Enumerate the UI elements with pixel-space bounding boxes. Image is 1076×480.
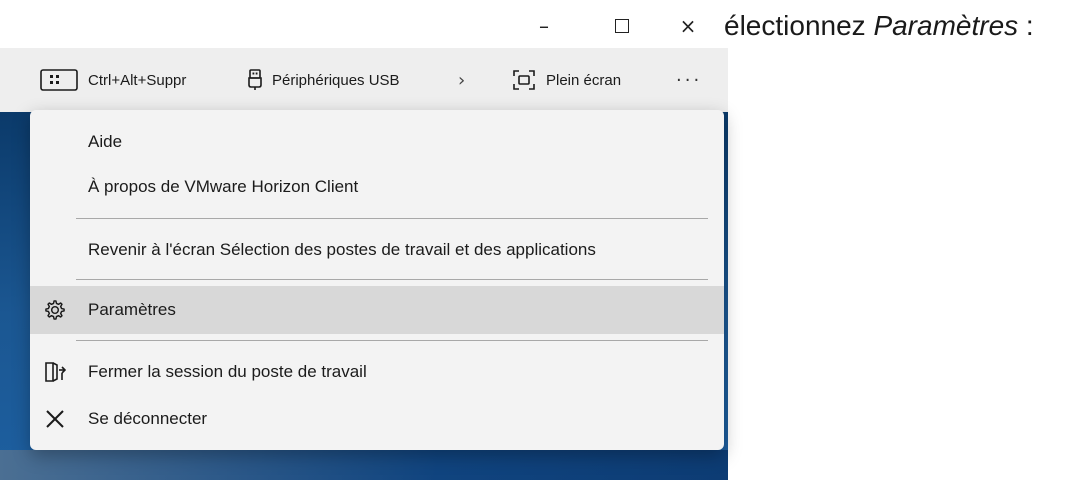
usb-devices-button[interactable]: Périphériques USB: [248, 48, 400, 112]
ctrl-alt-del-label: Ctrl+Alt+Suppr: [88, 71, 187, 89]
menu-item-logoff-label: Fermer la session du poste de travail: [88, 362, 367, 381]
menu-item-back-label: Revenir à l'écran Sélection des postes d…: [88, 240, 596, 259]
minimize-button[interactable]: –: [522, 8, 566, 44]
menu-item-disconnect[interactable]: Se déconnecter: [30, 395, 724, 443]
more-icon: ···: [676, 69, 703, 91]
menu-item-help-label: Aide: [88, 132, 123, 151]
horizon-toolbar: Ctrl+Alt+Suppr Périphériques USB › Plein…: [0, 48, 728, 112]
maximize-icon: [615, 19, 629, 33]
menu-divider: [76, 279, 708, 280]
menu-item-about-label: À propos de VMware Horizon Client: [88, 177, 359, 196]
overflow-menu: Aide À propos de VMware Horizon Client R…: [30, 110, 724, 450]
menu-item-settings[interactable]: Paramètres: [30, 286, 724, 334]
desktop-taskbar-strip: [0, 450, 728, 480]
menu-item-about[interactable]: À propos de VMware Horizon Client: [30, 164, 724, 210]
menu-divider: [76, 218, 708, 219]
logoff-icon: [44, 361, 66, 383]
instruction-text: électionnez Paramètres :: [724, 10, 1034, 42]
menu-item-disconnect-label: Se déconnecter: [88, 409, 208, 428]
usb-icon: [248, 69, 262, 91]
instruction-suffix: :: [1018, 10, 1034, 41]
ctrl-alt-del-button[interactable]: Ctrl+Alt+Suppr: [40, 48, 186, 112]
menu-divider: [76, 340, 708, 341]
keyboard-icon: [40, 69, 78, 91]
instruction-prefix: électionnez: [724, 10, 874, 41]
usb-devices-label: Périphériques USB: [272, 71, 400, 89]
maximize-button[interactable]: [600, 8, 644, 44]
menu-item-back-to-selection[interactable]: Revenir à l'écran Sélection des postes d…: [30, 226, 724, 274]
gear-icon: [44, 299, 66, 321]
fullscreen-icon: [512, 69, 536, 91]
more-options-button[interactable]: ···: [676, 48, 702, 112]
fullscreen-label: Plein écran: [546, 71, 622, 89]
fullscreen-button[interactable]: Plein écran: [512, 48, 621, 112]
toolbar-chevron[interactable]: ›: [458, 48, 465, 112]
close-icon: [44, 408, 66, 430]
close-window-button[interactable]: ×: [666, 8, 710, 44]
menu-item-help[interactable]: Aide: [30, 120, 724, 164]
menu-item-logoff[interactable]: Fermer la session du poste de travail: [30, 347, 724, 397]
menu-item-settings-label: Paramètres: [88, 300, 176, 319]
instruction-emphasis: Paramètres: [873, 10, 1019, 41]
